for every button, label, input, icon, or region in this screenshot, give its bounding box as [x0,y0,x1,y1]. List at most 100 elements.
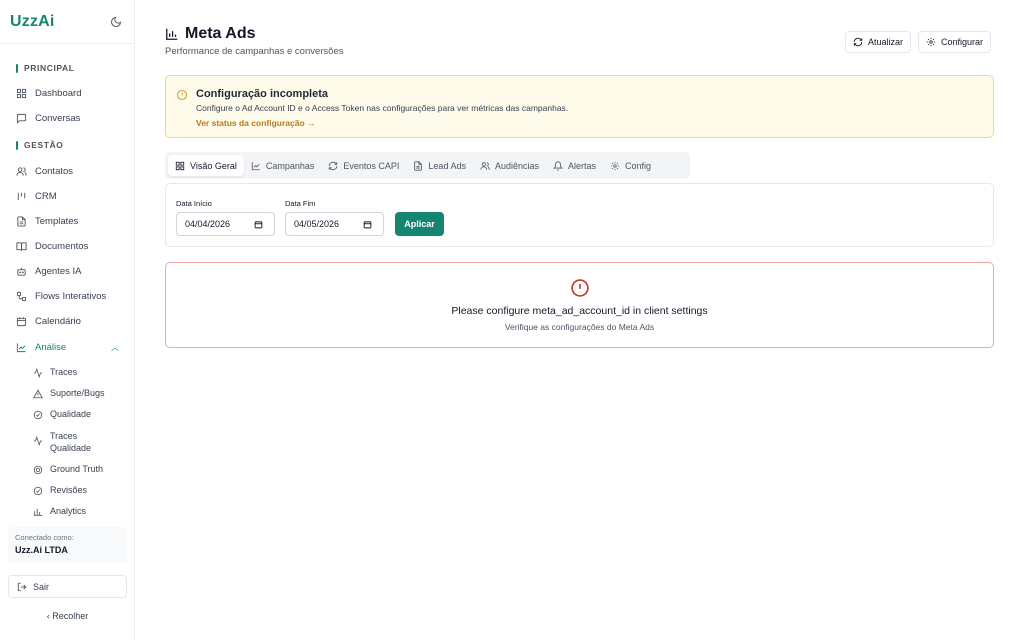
alert-title: Configuração incompleta [196,88,329,100]
line-chart-icon [15,341,27,353]
bar-chart-icon [165,27,179,41]
chevron-up-icon[interactable]: ︿ [111,342,119,353]
chat-icon [15,112,27,124]
bar-chart-icon [33,507,43,516]
sidebar-subitem-qualidade[interactable]: Qualidade [33,409,91,420]
sidebar-item-label: Agentes IA [35,265,82,277]
tab-label: Alertas [568,160,597,171]
sidebar-item-calendario[interactable]: Calendário [15,312,81,330]
sidebar-subitem-analytics[interactable]: Analytics [33,506,86,516]
sidebar-item-crm[interactable]: CRM [15,187,57,205]
end-date-value: 04/05/2026 [294,219,340,229]
refresh-button[interactable]: Atualizar [845,31,912,53]
bell-icon [553,160,563,171]
refresh-icon [853,37,863,47]
sidebar-subitem-traces[interactable]: Traces [33,367,77,378]
tab-label: Visão Geral [190,160,237,171]
sidebar-subitem-label-line: Qualidade [50,443,92,453]
refresh-label: Atualizar [868,37,904,47]
sidebar-item-dashboard[interactable]: Dashboard [15,84,81,102]
sidebar-item-label: Documentos [35,240,89,252]
sidebar-subitem-revisoes[interactable]: Revisões [33,485,87,496]
calendar-icon[interactable] [363,220,372,229]
logout-button[interactable]: Sair [8,575,127,598]
sidebar-subitem-label-line: Traces [50,431,78,441]
sidebar-item-label: Templates [35,215,79,227]
tab-overview[interactable]: Visão Geral [168,155,244,176]
sidebar-item-documentos[interactable]: Documentos [15,237,88,255]
kanban-icon [15,190,27,202]
alert-circle-icon [176,88,188,101]
file-text-icon [413,160,423,171]
sidebar-item-label: Flows Interativos [35,290,107,302]
sidebar-subitem-traces-qualidade[interactable]: Traces Qualidade [33,430,91,454]
sidebar-item-label: Análise [35,341,67,353]
refresh-icon [328,161,338,171]
brand-logo: UzzAi [10,12,55,30]
sidebar-subitem-label: Qualidade [50,409,92,419]
config-status-link[interactable]: Ver status da configuração → [196,118,316,128]
date-filter-card: Data Início 04/04/2026 Data Fim 04/05/20… [165,183,994,247]
section-label-gestao: GESTÃO [16,140,64,150]
sidebar-item-label: Dashboard [35,87,82,99]
section-label-text: PRINCIPAL [24,63,75,73]
gear-icon [610,161,620,171]
workflow-icon [15,290,27,302]
connected-account-name: Uzz.Ai LTDA [15,545,68,555]
sidebar-item-templates[interactable]: Templates [15,212,78,230]
error-card: Please configure meta_ad_account_id in c… [165,262,994,348]
connected-account-card: Conectado como: Uzz.Ai LTDA [8,527,127,562]
config-warning-alert: Configuração incompleta Configure o Ad A… [165,75,994,138]
sidebar-item-label: Conversas [35,112,81,124]
tab-campaigns[interactable]: Campanhas [244,155,322,176]
tab-label: Config [625,160,652,171]
tab-label: Campanhas [265,160,315,171]
brand-row: UzzAi [0,0,134,44]
tab-label: Lead Ads [428,160,466,171]
activity-icon [33,368,43,378]
users-icon [15,165,27,177]
logout-icon [17,582,27,592]
tab-label: Eventos CAPI [343,160,400,171]
sidebar-item-analise[interactable]: Análise ︿ [15,338,125,356]
start-date-input[interactable]: 04/04/2026 [176,212,275,236]
sidebar-item-label: Calendário [35,315,81,327]
tab-audiences[interactable]: Audiências [473,155,546,176]
users-icon [480,161,490,171]
end-date-input[interactable]: 04/05/2026 [285,212,384,236]
tab-lead-ads[interactable]: Lead Ads [406,155,473,176]
tab-label: Audiências [494,160,539,171]
sidebar-subitem-label: Traces [50,367,78,377]
configure-label: Configurar [941,37,984,47]
sidebar-item-contatos[interactable]: Contatos [15,162,73,180]
section-label-principal: PRINCIPAL [16,63,75,73]
sidebar-item-conversas[interactable]: Conversas [15,109,80,127]
sidebar-subitem-suporte[interactable]: Suporte/Bugs [33,388,105,399]
tab-config[interactable]: Config [603,155,658,176]
sidebar-subitem-label: Ground Truth [50,464,104,474]
error-subtitle: Verifique as configurações do Meta Ads [504,322,655,332]
target-icon [33,465,43,475]
section-label-text: GESTÃO [24,140,64,150]
tab-alerts[interactable]: Alertas [546,155,603,176]
connected-label: Conectado como: [15,533,74,542]
start-date-value: 04/04/2026 [185,219,231,229]
collapse-sidebar-button[interactable]: ‹ Recolher [0,611,135,621]
file-text-icon [15,215,27,227]
sidebar: UzzAi PRINCIPAL Dashboard Conversas GEST… [0,0,135,640]
tab-capi-events[interactable]: Eventos CAPI [321,155,406,176]
sidebar-subitem-label: Suporte/Bugs [50,388,105,398]
theme-toggle-icon[interactable] [108,14,124,30]
alert-triangle-icon [33,389,43,399]
calendar-icon[interactable] [254,220,263,229]
apply-button[interactable]: Aplicar [395,212,444,236]
logout-label: Sair [33,581,50,592]
configure-button[interactable]: Configurar [918,31,992,53]
page-subtitle: Performance de campanhas e conversões [165,46,344,57]
sidebar-subitem-ground-truth[interactable]: Ground Truth [33,464,103,475]
sidebar-item-agentes[interactable]: Agentes IA [15,262,81,280]
sidebar-item-flows[interactable]: Flows Interativos [15,287,106,305]
alert-text: Configure o Ad Account ID e o Access Tok… [196,103,569,113]
book-icon [15,240,27,252]
bot-icon [15,265,27,277]
